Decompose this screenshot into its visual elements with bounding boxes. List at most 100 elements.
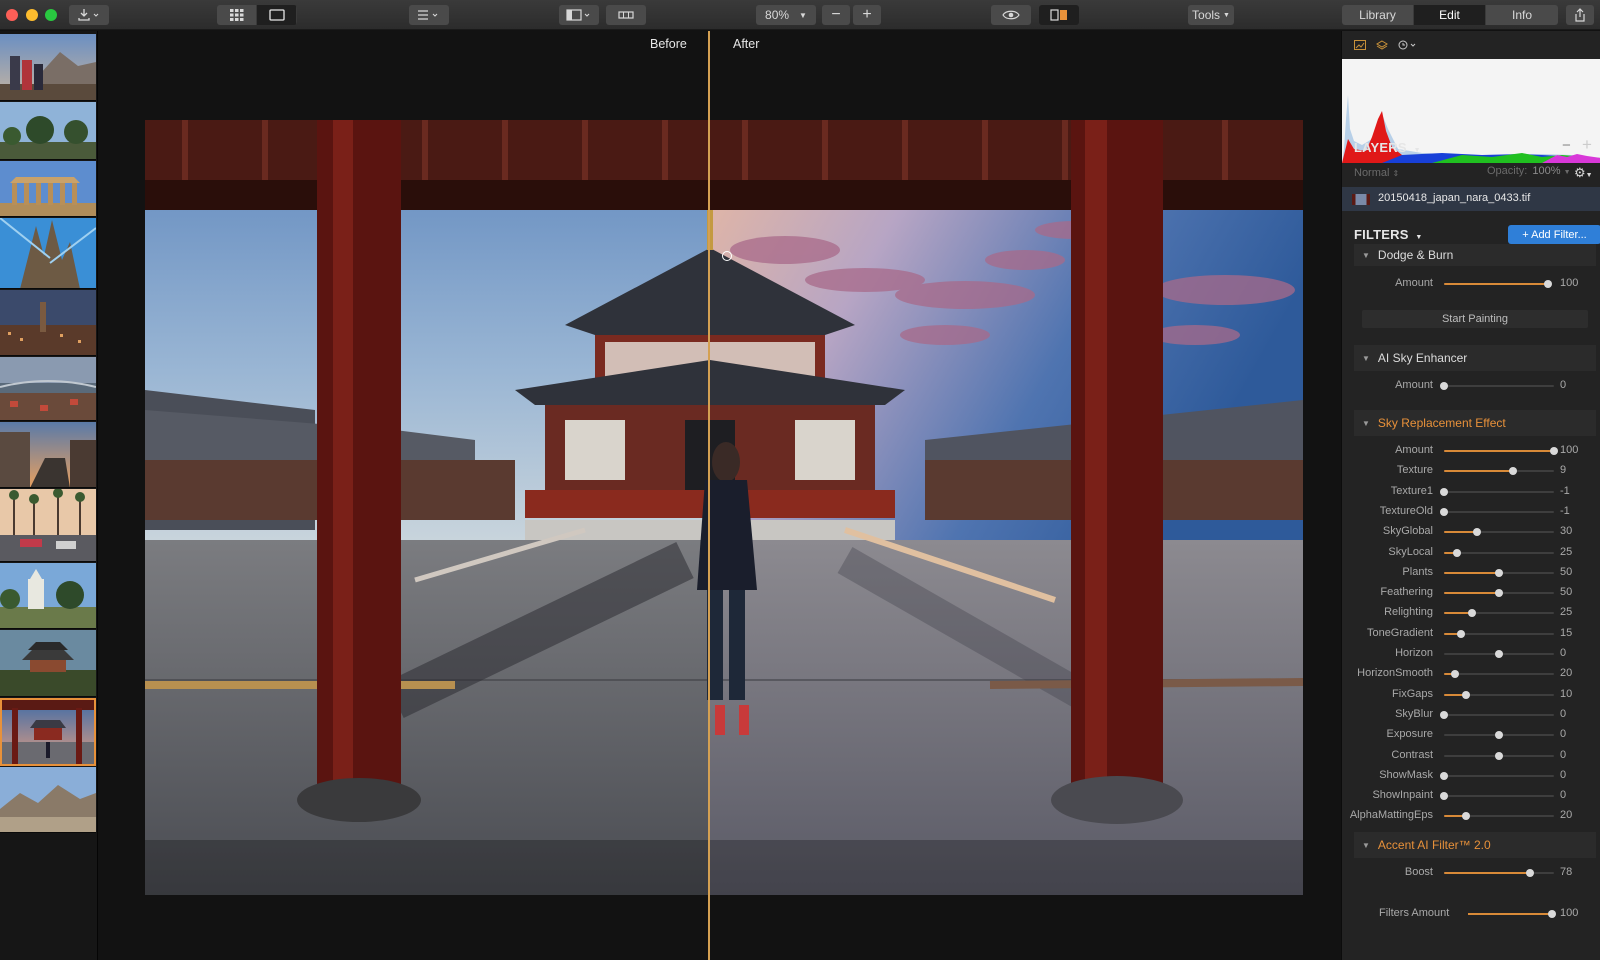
- slider-tonegradient[interactable]: ToneGradient 15: [1354, 624, 1596, 644]
- slider-track[interactable]: [1444, 589, 1554, 597]
- slider-plants[interactable]: Plants 50: [1354, 563, 1596, 583]
- slider-skyblur[interactable]: SkyBlur 0: [1354, 705, 1596, 725]
- minimize-window-button[interactable]: [26, 9, 38, 21]
- start-painting-button[interactable]: Start Painting: [1362, 310, 1588, 328]
- slider-knob[interactable]: [1453, 549, 1461, 557]
- slider-track[interactable]: [1444, 869, 1554, 877]
- slider-alphamattingeps[interactable]: AlphaMattingEps 20: [1350, 806, 1596, 826]
- thumbnail-5[interactable]: [0, 290, 96, 356]
- slider-track[interactable]: [1468, 910, 1556, 918]
- add-filter-button[interactable]: + Add Filter...: [1508, 225, 1600, 244]
- slider-track[interactable]: [1440, 382, 1554, 390]
- slider-showmask[interactable]: ShowMask 0: [1354, 766, 1596, 786]
- filter-accent-ai-header[interactable]: ▼ Accent AI Filter™ 2.0: [1354, 832, 1596, 858]
- slider-track[interactable]: [1444, 650, 1554, 658]
- slider-track[interactable]: [1444, 609, 1554, 617]
- slider-filters-amount[interactable]: Filters Amount 100: [1354, 904, 1596, 924]
- share-button[interactable]: [1566, 5, 1594, 25]
- slider-track[interactable]: [1444, 630, 1554, 638]
- slider-relighting[interactable]: Relighting 25: [1354, 603, 1596, 623]
- slider-fixgaps[interactable]: FixGaps 10: [1354, 685, 1596, 705]
- compare-button[interactable]: [1039, 5, 1079, 25]
- thumbnail-10[interactable]: [0, 630, 96, 697]
- slider-track[interactable]: [1444, 280, 1552, 288]
- tab-edit[interactable]: Edit: [1414, 5, 1486, 25]
- slider-track[interactable]: [1444, 752, 1554, 760]
- slider-textureold[interactable]: TextureOld -1: [1354, 502, 1596, 522]
- slider-track[interactable]: [1444, 549, 1554, 557]
- slider-track[interactable]: [1444, 670, 1554, 678]
- slider-knob[interactable]: [1509, 467, 1517, 475]
- thumbnail-7[interactable]: [0, 422, 96, 488]
- histogram-view-icon[interactable]: [1354, 40, 1366, 50]
- slider-knob[interactable]: [1526, 869, 1534, 877]
- thumbnail-4[interactable]: [0, 218, 96, 289]
- slider-track[interactable]: [1440, 792, 1554, 800]
- slider-skyglobal[interactable]: SkyGlobal 30: [1354, 522, 1596, 542]
- slider-dodge-amount[interactable]: Amount 100: [1354, 274, 1596, 294]
- zoom-in-button[interactable]: +: [853, 5, 881, 25]
- filter-dodge-burn-header[interactable]: ▼ Dodge & Burn: [1354, 244, 1596, 266]
- slider-track[interactable]: [1444, 731, 1554, 739]
- slider-track[interactable]: [1444, 691, 1554, 699]
- thumbnail-8[interactable]: [0, 489, 96, 562]
- slider-track[interactable]: [1440, 508, 1554, 516]
- slider-horizonsmooth[interactable]: HorizonSmooth 20: [1354, 664, 1596, 684]
- remove-layer-button[interactable]: −: [1562, 137, 1571, 154]
- slider-ai-sky-amount[interactable]: Amount 0: [1354, 376, 1596, 396]
- add-layer-button[interactable]: +: [1582, 135, 1592, 155]
- thumbnail-3[interactable]: [0, 161, 96, 217]
- opacity-control[interactable]: Opacity: 100% ▼: [1487, 165, 1571, 177]
- slider-knob[interactable]: [1462, 812, 1470, 820]
- history-icon[interactable]: [1398, 40, 1418, 50]
- slider-knob[interactable]: [1550, 447, 1558, 455]
- filter-ai-sky-header[interactable]: ▼ AI Sky Enhancer: [1354, 345, 1596, 371]
- slider-track[interactable]: [1444, 467, 1554, 475]
- filters-title[interactable]: FILTERS ▼: [1354, 227, 1423, 242]
- blend-mode-select[interactable]: Normal ⇕: [1354, 167, 1399, 179]
- layers-title[interactable]: LAYERS ▼: [1354, 140, 1421, 155]
- tools-menu-button[interactable]: Tools ▼: [1188, 5, 1234, 25]
- slider-knob[interactable]: [1440, 508, 1448, 516]
- sort-menu-button[interactable]: [409, 5, 449, 25]
- slider-amount[interactable]: Amount 100: [1354, 441, 1596, 461]
- slider-track[interactable]: [1444, 812, 1554, 820]
- filmstrip-toggle-button[interactable]: [606, 5, 646, 25]
- slider-knob[interactable]: [1473, 528, 1481, 536]
- zoom-out-button[interactable]: −: [822, 5, 850, 25]
- close-window-button[interactable]: [6, 9, 18, 21]
- thumbnail-11-selected[interactable]: [0, 698, 96, 766]
- tab-info[interactable]: Info: [1486, 5, 1558, 25]
- slider-track[interactable]: [1440, 711, 1554, 719]
- slider-knob[interactable]: [1495, 589, 1503, 597]
- slider-texture[interactable]: Texture 9: [1354, 461, 1596, 481]
- slider-knob[interactable]: [1495, 752, 1503, 760]
- slider-knob[interactable]: [1495, 569, 1503, 577]
- slider-knob[interactable]: [1440, 792, 1448, 800]
- thumbnail-12[interactable]: [0, 767, 96, 833]
- photo-preview[interactable]: [145, 120, 1303, 895]
- slider-skylocal[interactable]: SkyLocal 25: [1354, 543, 1596, 563]
- slider-track[interactable]: [1440, 772, 1554, 780]
- slider-knob[interactable]: [1462, 691, 1470, 699]
- slider-horizon[interactable]: Horizon 0: [1354, 644, 1596, 664]
- slider-knob[interactable]: [1451, 670, 1459, 678]
- preview-button[interactable]: [991, 5, 1031, 25]
- slider-contrast[interactable]: Contrast 0: [1354, 746, 1596, 766]
- slider-exposure[interactable]: Exposure 0: [1354, 725, 1596, 745]
- layers-view-icon[interactable]: [1376, 40, 1388, 50]
- slider-texture1[interactable]: Texture1 -1: [1354, 482, 1596, 502]
- slider-knob[interactable]: [1468, 609, 1476, 617]
- single-view-button[interactable]: [257, 5, 297, 25]
- filter-sky-replacement-header[interactable]: ▼ Sky Replacement Effect: [1354, 410, 1596, 436]
- slider-knob[interactable]: [1440, 488, 1448, 496]
- slider-knob[interactable]: [1440, 382, 1448, 390]
- layer-settings-button[interactable]: ⚙▼: [1574, 165, 1593, 181]
- slider-track[interactable]: [1444, 569, 1554, 577]
- thumbnail-1[interactable]: [0, 34, 96, 101]
- import-button[interactable]: [69, 5, 109, 25]
- zoom-window-button[interactable]: [45, 9, 57, 21]
- slider-accent-boost[interactable]: Boost 78: [1354, 863, 1596, 883]
- thumbnail-6[interactable]: [0, 357, 96, 421]
- slider-knob[interactable]: [1495, 731, 1503, 739]
